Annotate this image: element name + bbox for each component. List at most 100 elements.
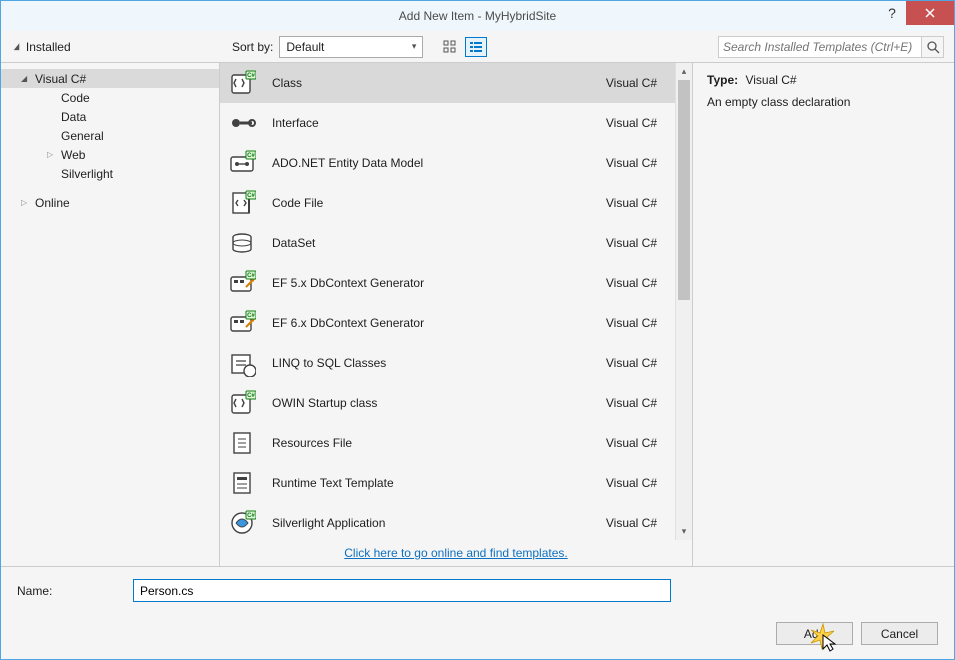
- bottom-panel: Name: Add Cancel: [1, 566, 954, 659]
- tree-label: Visual C#: [35, 72, 86, 86]
- close-icon: [925, 8, 935, 18]
- template-name: Class: [272, 76, 606, 90]
- tree-label: Web: [61, 148, 85, 162]
- class-icon: [228, 69, 256, 97]
- titlebar: Add New Item - MyHybridSite ?: [1, 1, 954, 31]
- template-lang: Visual C#: [606, 476, 665, 490]
- tree-label: Code: [61, 91, 90, 105]
- installed-label: Installed: [26, 40, 71, 54]
- search-input-wrap: [718, 36, 922, 58]
- template-name: DataSet: [272, 236, 606, 250]
- scrollbar[interactable]: ▴ ▾: [675, 63, 692, 540]
- template-name: EF 6.x DbContext Generator: [272, 316, 606, 330]
- chevron-down-icon: ▾: [412, 41, 417, 52]
- template-lang: Visual C#: [606, 76, 665, 90]
- template-row[interactable]: DataSet Visual C#: [220, 223, 675, 263]
- template-lang: Visual C#: [606, 196, 665, 210]
- toolbar: ◢ Installed Sort by: Default ▾: [1, 31, 954, 63]
- window-title: Add New Item - MyHybridSite: [1, 9, 954, 23]
- template-name: OWIN Startup class: [272, 396, 606, 410]
- close-button[interactable]: [906, 1, 954, 25]
- add-button[interactable]: Add: [776, 622, 853, 645]
- scroll-up-icon[interactable]: ▴: [676, 63, 692, 80]
- template-lang: Visual C#: [606, 156, 665, 170]
- template-row[interactable]: OWIN Startup class Visual C#: [220, 383, 675, 423]
- template-icon: [228, 469, 256, 497]
- view-list-button[interactable]: [465, 37, 487, 57]
- template-row[interactable]: Runtime Text Template Visual C#: [220, 463, 675, 503]
- tree-label: General: [61, 129, 104, 143]
- template-row[interactable]: Code File Visual C#: [220, 183, 675, 223]
- search-button[interactable]: [922, 36, 944, 58]
- tree-label: Online: [35, 196, 70, 210]
- template-row[interactable]: Class Visual C#: [220, 63, 675, 103]
- template-list: Class Visual C# Interface Visual C# ADO.…: [220, 63, 692, 540]
- interface-icon: [228, 109, 256, 137]
- tree-item-general[interactable]: ▷General: [47, 126, 219, 145]
- dataset-icon: [228, 229, 256, 257]
- template-lang: Visual C#: [606, 396, 665, 410]
- template-row[interactable]: LINQ to SQL Classes Visual C#: [220, 343, 675, 383]
- template-details: Type: Visual C# An empty class declarati…: [693, 63, 954, 566]
- template-row[interactable]: EF 5.x DbContext Generator Visual C#: [220, 263, 675, 303]
- template-lang: Visual C#: [606, 356, 665, 370]
- template-row[interactable]: Resources File Visual C#: [220, 423, 675, 463]
- template-name: Silverlight Application: [272, 516, 606, 530]
- scroll-thumb[interactable]: [678, 80, 690, 300]
- chevron-right-icon: ▷: [47, 150, 57, 159]
- class-icon: [228, 389, 256, 417]
- tree-item-silverlight[interactable]: ▷Silverlight: [47, 164, 219, 183]
- template-row[interactable]: EF 6.x DbContext Generator Visual C#: [220, 303, 675, 343]
- template-row[interactable]: Silverlight Application Visual C#: [220, 503, 675, 540]
- tree-item-code[interactable]: ▷Code: [47, 88, 219, 107]
- list-icon: [469, 40, 483, 54]
- type-label: Type:: [707, 73, 738, 87]
- template-lang: Visual C#: [606, 436, 665, 450]
- template-row[interactable]: ADO.NET Entity Data Model Visual C#: [220, 143, 675, 183]
- template-name: EF 5.x DbContext Generator: [272, 276, 606, 290]
- grid-small-icon: [443, 40, 457, 54]
- template-description: An empty class declaration: [707, 95, 940, 109]
- template-lang: Visual C#: [606, 316, 665, 330]
- help-button[interactable]: ?: [878, 1, 906, 25]
- online-link-row: Click here to go online and find templat…: [220, 540, 692, 566]
- chevron-right-icon: ▷: [21, 198, 31, 207]
- sort-by-label: Sort by:: [232, 40, 273, 54]
- linq-icon: [228, 349, 256, 377]
- template-lang: Visual C#: [606, 116, 665, 130]
- chevron-down-icon: ◢: [14, 41, 20, 52]
- adonet-icon: [228, 149, 256, 177]
- type-value: Visual C#: [745, 73, 796, 87]
- category-tree: ◢ Visual C# ▷Code ▷Data ▷General ▷Web ▷S…: [1, 63, 220, 566]
- template-name: Resources File: [272, 436, 606, 450]
- name-label: Name:: [17, 584, 133, 598]
- tree-header-installed[interactable]: ◢ Installed: [1, 40, 220, 54]
- tree-item-data[interactable]: ▷Data: [47, 107, 219, 126]
- template-lang: Visual C#: [606, 276, 665, 290]
- search-icon: [926, 40, 940, 54]
- template-row[interactable]: Interface Visual C#: [220, 103, 675, 143]
- codefile-icon: [228, 189, 256, 217]
- online-templates-link[interactable]: Click here to go online and find templat…: [344, 546, 567, 560]
- search-input[interactable]: [723, 40, 917, 54]
- name-input[interactable]: [133, 579, 671, 602]
- resources-icon: [228, 429, 256, 457]
- template-lang: Visual C#: [606, 236, 665, 250]
- cancel-button[interactable]: Cancel: [861, 622, 938, 645]
- ef-icon: [228, 309, 256, 337]
- sort-by-dropdown[interactable]: Default ▾: [279, 36, 423, 58]
- template-name: LINQ to SQL Classes: [272, 356, 606, 370]
- scroll-down-icon[interactable]: ▾: [676, 523, 692, 540]
- tree-item-web[interactable]: ▷ Web: [47, 145, 219, 164]
- main-area: ◢ Visual C# ▷Code ▷Data ▷General ▷Web ▷S…: [1, 63, 954, 566]
- tree-item-online[interactable]: ▷ Online: [1, 193, 219, 212]
- silverlight-icon: [228, 509, 256, 537]
- template-lang: Visual C#: [606, 516, 665, 530]
- template-name: Runtime Text Template: [272, 476, 606, 490]
- template-name: Code File: [272, 196, 606, 210]
- tree-label: Silverlight: [61, 167, 113, 181]
- ef-icon: [228, 269, 256, 297]
- tree-item-visual-csharp[interactable]: ◢ Visual C#: [1, 69, 219, 88]
- view-small-icons-button[interactable]: [439, 37, 461, 57]
- template-list-wrap: Class Visual C# Interface Visual C# ADO.…: [220, 63, 693, 566]
